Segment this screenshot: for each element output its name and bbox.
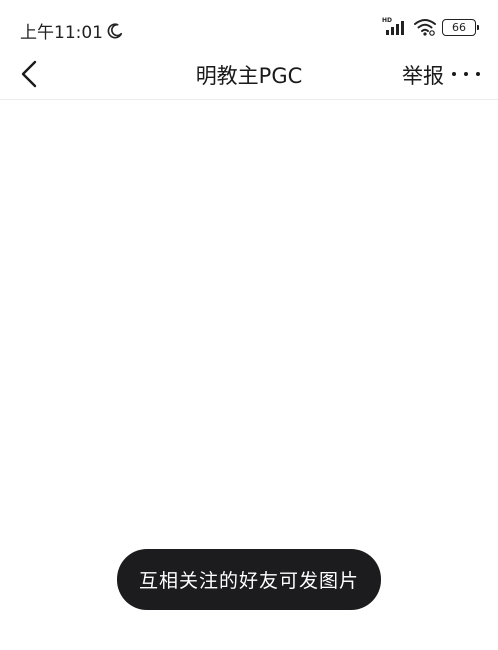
- status-icons: HD 66: [382, 17, 479, 37]
- status-time: 上午11:01: [20, 23, 103, 43]
- report-button[interactable]: 举报: [402, 60, 444, 90]
- nav-bar: 明教主PGC 举报: [0, 50, 498, 100]
- wifi-icon: [414, 19, 436, 36]
- more-dot-icon: [452, 72, 456, 76]
- moon-icon: [107, 22, 123, 38]
- toast-message: 互相关注的好友可发图片: [117, 549, 381, 610]
- status-bar: 上午11:01 HD 66: [0, 0, 498, 50]
- battery-icon: 66: [442, 18, 479, 36]
- hd-label: HD: [382, 17, 393, 24]
- more-dot-icon: [476, 72, 480, 76]
- more-dot-icon: [464, 72, 468, 76]
- status-time-group: 上午11:01: [20, 18, 124, 43]
- cell-signal-icon: HD: [382, 17, 408, 37]
- battery-level: 66: [452, 20, 466, 34]
- more-options-button[interactable]: [452, 64, 480, 84]
